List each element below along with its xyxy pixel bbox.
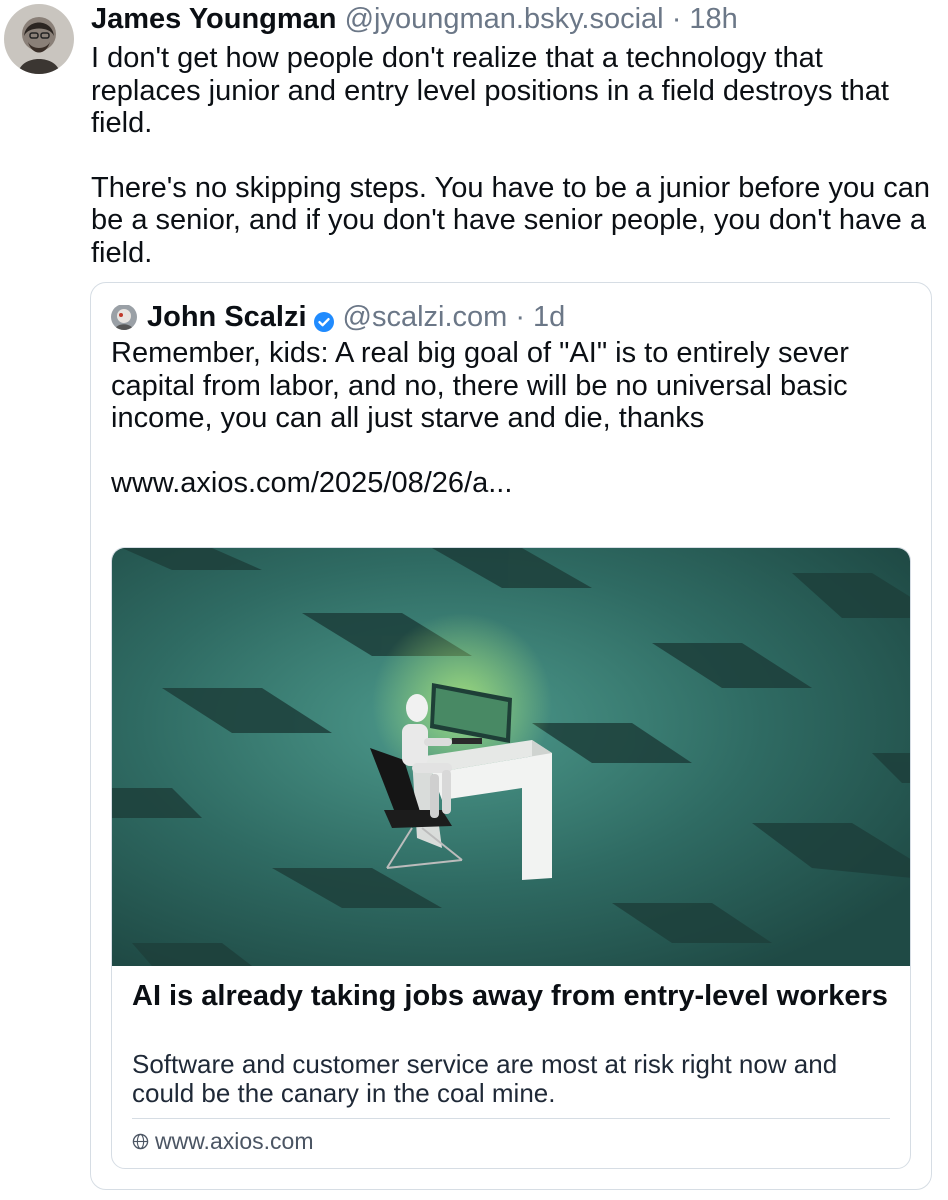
post-timestamp[interactable]: 18h <box>689 3 737 35</box>
post-header: James Youngman @jyoungman.bsky.social · … <box>91 0 941 40</box>
quote-link-text[interactable]: www.axios.com/2025/08/26/a... <box>111 467 916 500</box>
link-preview-image <box>112 548 910 966</box>
post-paragraph: There's no skipping steps. You have to b… <box>91 171 931 269</box>
verified-check-icon <box>313 306 335 332</box>
quote-paragraph: Remember, kids: A real big goal of "AI" … <box>111 337 849 434</box>
separator-dot: · <box>515 301 526 333</box>
globe-icon <box>132 1133 149 1149</box>
separator-dot: · <box>671 3 682 35</box>
post-text: I don't get how people don't realize tha… <box>91 42 939 269</box>
quoted-post[interactable]: John Scalzi @scalzi.com · 1d Remember, k… <box>90 282 932 1190</box>
quote-text: Remember, kids: A real big goal of "AI" … <box>111 337 916 499</box>
author-avatar[interactable] <box>4 4 74 74</box>
quote-header: John Scalzi @scalzi.com · 1d <box>111 299 911 335</box>
link-title[interactable]: AI is already taking jobs away from entr… <box>132 980 892 1013</box>
author-name[interactable]: James Youngman <box>91 3 337 35</box>
link-domain-row[interactable]: www.axios.com <box>132 1126 313 1156</box>
quote-author-name[interactable]: John Scalzi <box>147 299 307 335</box>
link-description: Software and customer service are most a… <box>132 1049 838 1108</box>
quote-author-avatar[interactable] <box>111 304 137 330</box>
quote-author-handle[interactable]: @scalzi.com <box>343 299 508 335</box>
quote-timestamp[interactable]: 1d <box>533 299 565 335</box>
post-paragraph: I don't get how people don't realize tha… <box>91 42 889 139</box>
author-handle[interactable]: @jyoungman.bsky.social <box>345 3 664 35</box>
link-divider <box>132 1118 890 1119</box>
avatar-image <box>4 4 74 74</box>
link-preview-card[interactable]: AI is already taking jobs away from entr… <box>111 547 911 1169</box>
link-domain: www.axios.com <box>155 1128 314 1154</box>
